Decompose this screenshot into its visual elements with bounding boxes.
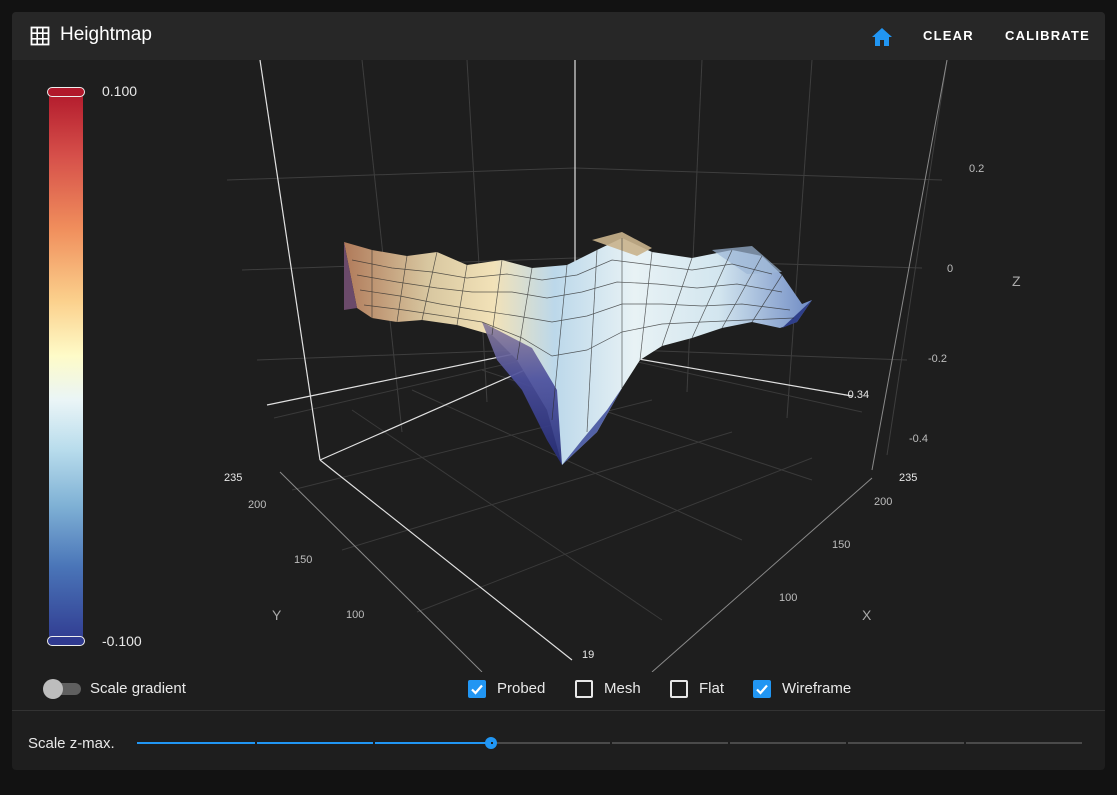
x-axis-ticks: 100 150 200 235	[779, 472, 917, 604]
scale-zmax-label: Scale z-max.	[28, 735, 115, 752]
y-axis-title: Y	[272, 607, 282, 623]
divider	[12, 710, 1105, 711]
home-icon[interactable]	[868, 24, 896, 50]
flat-checkbox[interactable]	[670, 680, 688, 698]
probed-label: Probed	[497, 680, 546, 697]
x-axis-title: X	[862, 607, 872, 623]
scale-gradient-toggle[interactable]	[43, 679, 83, 699]
page-title: Heightmap	[60, 24, 152, 45]
probed-checkbox[interactable]	[468, 680, 486, 698]
slider-tick	[964, 742, 966, 744]
y-tick: 235	[224, 472, 242, 484]
slider-fill	[137, 742, 491, 744]
color-scale-bar	[49, 90, 83, 644]
z-min-marker: -0.34	[844, 389, 869, 401]
grid-icon	[30, 26, 50, 46]
x-tick: 150	[832, 539, 850, 551]
y-tick: 100	[346, 609, 364, 621]
slider-tick	[491, 742, 493, 744]
z-tick: 0.2	[969, 163, 984, 175]
z-axis-title: Z	[1012, 273, 1021, 289]
heightmap-3d-canvas[interactable]: 0.2 0 -0.2 -0.4 -0.34 Z 100 150 200 235 …	[12, 59, 1105, 673]
clear-button[interactable]: CLEAR	[923, 28, 974, 43]
color-scale-max-handle[interactable]	[47, 87, 85, 97]
wireframe-checkbox[interactable]	[753, 680, 771, 698]
slider-tick	[373, 742, 375, 744]
toggle-thumb	[43, 679, 63, 699]
mesh-checkbox[interactable]	[575, 680, 593, 698]
x-tick: 100	[779, 592, 797, 604]
calibrate-button[interactable]: CALIBRATE	[1005, 28, 1090, 43]
heightmap-surface[interactable]	[344, 232, 812, 465]
scale-zmax-slider[interactable]	[137, 732, 1082, 754]
color-scale-min-handle[interactable]	[47, 636, 85, 646]
z-tick: -0.4	[909, 433, 928, 445]
heightmap-plot[interactable]: 0.2 0 -0.2 -0.4 -0.34 Z 100 150 200 235 …	[12, 59, 1105, 673]
mesh-label: Mesh	[604, 680, 641, 697]
toolbar: Heightmap CLEAR CALIBRATE	[12, 12, 1105, 60]
scale-gradient-label: Scale gradient	[90, 680, 186, 697]
y-axis-ticks: 100 150 200 235	[224, 472, 364, 621]
slider-tick	[728, 742, 730, 744]
wireframe-label: Wireframe	[782, 680, 852, 697]
x-tick: 235	[899, 472, 917, 484]
y-tick: 200	[248, 499, 266, 511]
y-tick: 150	[294, 554, 312, 566]
z-tick: -0.2	[928, 353, 947, 365]
color-scale-min-label: -0.100	[102, 633, 142, 649]
checkmark-icon	[756, 684, 768, 695]
flat-label: Flat	[699, 680, 725, 697]
x-tick: 200	[874, 496, 892, 508]
z-tick: 0	[947, 263, 953, 275]
heightmap-card: Heightmap CLEAR CALIBRATE 0.2 0 -0.2 -0.…	[12, 12, 1105, 770]
slider-tick	[846, 742, 848, 744]
checkmark-icon	[471, 684, 483, 695]
slider-tick	[610, 742, 612, 744]
slider-tick	[255, 742, 257, 744]
origin-label: 19	[582, 649, 594, 661]
color-scale-max-label: 0.100	[102, 83, 138, 99]
